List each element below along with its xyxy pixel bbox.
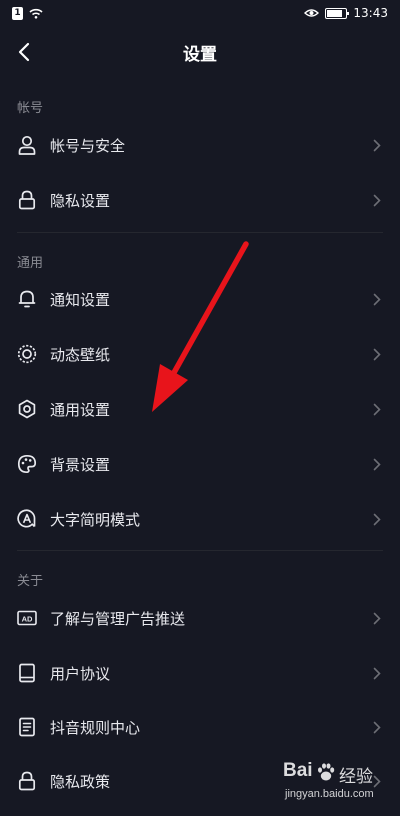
eye-icon (304, 9, 320, 17)
live-wallpaper-icon (17, 344, 37, 364)
chevron-right-icon (372, 292, 382, 306)
settings-item-label: 动态壁纸 (50, 345, 111, 364)
lock-icon (17, 771, 37, 791)
lock-icon (17, 190, 37, 210)
settings-item-rules-center[interactable]: 抖音规则中心 (0, 700, 400, 754)
chevron-right-icon (372, 347, 382, 361)
status-time: 13:43 (353, 6, 388, 20)
watermark-url: jingyan.baidu.com (285, 788, 374, 800)
paw-icon (318, 763, 335, 781)
section-title-general: 通用 (17, 256, 44, 271)
settings-item-label: 隐私设置 (50, 191, 111, 210)
settings-item-ad-management[interactable]: AD 了解与管理广告推送 (0, 591, 400, 645)
battery-icon (325, 7, 350, 19)
section-title-about: 关于 (17, 574, 44, 589)
bell-icon (17, 289, 37, 309)
settings-item-label: 背景设置 (50, 455, 111, 474)
settings-item-background[interactable]: 背景设置 (0, 437, 400, 491)
svg-text:AD: AD (22, 614, 33, 623)
status-right: 13:43 (304, 6, 388, 20)
section-divider (17, 550, 383, 551)
watermark-logo: Bai (283, 760, 313, 781)
settings-item-label: 帐号与安全 (50, 136, 126, 155)
settings-item-label: 通用设置 (50, 400, 111, 419)
chevron-right-icon (372, 138, 382, 152)
settings-item-privacy-settings[interactable]: 隐私设置 (0, 173, 400, 227)
watermark-name: 经验 (339, 767, 373, 787)
settings-item-account-security[interactable]: 帐号与安全 (0, 118, 400, 172)
back-button[interactable] (10, 38, 38, 66)
section-title-account: 帐号 (17, 101, 44, 116)
settings-item-label: 抖音规则中心 (50, 718, 141, 737)
document-icon (17, 717, 37, 737)
settings-item-user-agreement[interactable]: 用户协议 (0, 646, 400, 700)
palette-icon (17, 454, 37, 474)
ad-icon: AD (17, 608, 37, 628)
wifi-icon (29, 8, 43, 19)
chevron-right-icon (372, 720, 382, 734)
chevron-right-icon (372, 512, 382, 526)
settings-item-label: 用户协议 (50, 664, 111, 683)
chevron-right-icon (372, 193, 382, 207)
chevron-right-icon (372, 457, 382, 471)
book-icon (17, 663, 37, 683)
chevron-right-icon (372, 666, 382, 680)
settings-item-general-settings[interactable]: 通用设置 (0, 382, 400, 436)
large-font-icon (17, 509, 37, 529)
back-arrow-icon (18, 42, 30, 62)
gear-icon (17, 399, 37, 419)
status-left: 1 (12, 6, 43, 20)
chevron-right-icon (372, 402, 382, 416)
page-title: 设置 (183, 44, 217, 65)
settings-item-notification[interactable]: 通知设置 (0, 272, 400, 326)
settings-item-label: 了解与管理广告推送 (50, 609, 186, 628)
status-bar: 1 13:43 (0, 0, 400, 26)
settings-item-label: 大字简明模式 (50, 510, 141, 529)
watermark: Bai 经验 jingyan.baidu.com (283, 760, 395, 812)
chevron-right-icon (372, 611, 382, 625)
header: 设置 (0, 26, 400, 78)
sim-icon: 1 (12, 6, 23, 20)
section-divider (17, 232, 383, 233)
settings-item-label: 通知设置 (50, 290, 111, 309)
settings-item-live-wallpaper[interactable]: 动态壁纸 (0, 327, 400, 381)
person-icon (17, 135, 37, 155)
settings-item-large-font-mode[interactable]: 大字简明模式 (0, 492, 400, 546)
